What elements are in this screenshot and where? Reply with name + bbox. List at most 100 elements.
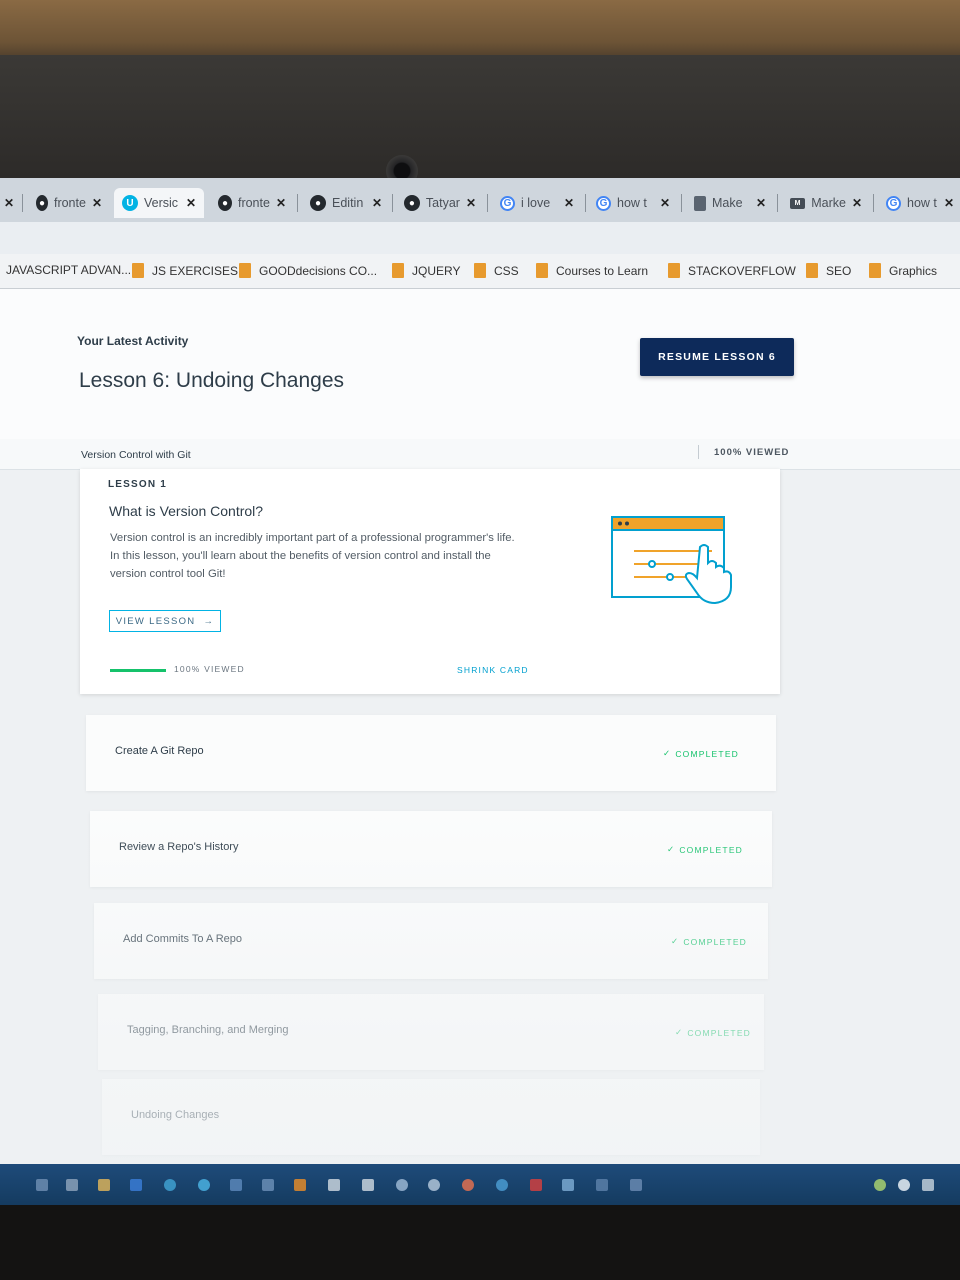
tab-label: how t — [617, 196, 647, 210]
taskbar-app-icon[interactable] — [362, 1179, 374, 1191]
tab-divider — [777, 194, 778, 212]
bookmark-jquery[interactable]: JQUERY — [392, 263, 460, 278]
lesson-description: Version control is an incredibly importa… — [110, 532, 515, 580]
lesson-row[interactable]: Undoing Changes — [102, 1079, 760, 1155]
bookmark-seo[interactable]: SEO — [806, 263, 851, 278]
close-tab-icon[interactable]: ✕ — [372, 196, 382, 210]
taskbar-app-icon[interactable] — [328, 1179, 340, 1191]
tab-divider — [392, 194, 393, 212]
close-tab-icon[interactable]: ✕ — [756, 196, 766, 210]
close-tab-icon[interactable]: ✕ — [660, 196, 670, 210]
tray-icon[interactable] — [874, 1179, 886, 1191]
completed-label: COMPLETED — [675, 748, 740, 759]
tab-strip: ✕ ● fronte ✕ U Versic ✕ ● fronte ✕ ● Edi… — [0, 178, 960, 222]
taskbar-app-icon[interactable] — [462, 1179, 474, 1191]
view-lesson-button[interactable]: VIEW LESSON → — [109, 610, 221, 632]
tab-fronte-1[interactable]: ● fronte ✕ — [28, 188, 110, 218]
close-tab-icon[interactable]: ✕ — [92, 196, 102, 210]
close-tab-icon[interactable]: ✕ — [4, 196, 14, 210]
cloud-icon[interactable] — [898, 1179, 910, 1191]
latest-activity-panel: Your Latest Activity Lesson 6: Undoing C… — [0, 289, 960, 440]
taskbar-app-icon[interactable] — [630, 1179, 642, 1191]
taskbar-app-icon[interactable] — [198, 1179, 210, 1191]
taskbar-app-icon[interactable] — [396, 1179, 408, 1191]
tab-label: fronte — [53, 196, 86, 210]
taskbar-app-icon[interactable] — [230, 1179, 242, 1191]
taskbar-app-icon[interactable] — [164, 1179, 176, 1191]
tab-make[interactable]: Make ✕ — [686, 188, 774, 218]
taskbar-app-icon[interactable] — [496, 1179, 508, 1191]
tab-i-love[interactable]: G i love ✕ — [492, 188, 582, 218]
bookmark-label: CSS — [494, 263, 519, 278]
bookmark-courses-to-learn[interactable]: Courses to Learn — [536, 263, 648, 278]
taskbar-app-icon[interactable] — [130, 1179, 142, 1191]
bookmark-css[interactable]: CSS — [474, 263, 519, 278]
tab-label: Marke — [811, 196, 846, 210]
bookmark-graphics[interactable]: Graphics — [869, 263, 937, 278]
tab-divider — [297, 194, 298, 212]
completed-status: ✓ COMPLETED — [671, 936, 747, 947]
lesson-row-title: Undoing Changes — [131, 1109, 220, 1121]
tab-partial[interactable]: ✕ — [0, 188, 18, 218]
completed-label: COMPLETED — [679, 844, 744, 855]
lesson-card-expanded: LESSON 1 What is Version Control? Versio… — [80, 469, 780, 694]
bookmark-label: GOODdecisions CO... — [259, 263, 378, 278]
checkmark-icon: ✓ — [663, 748, 672, 758]
bookmark-stackoverflow[interactable]: STACKOVERFLOW — [668, 263, 796, 278]
close-tab-icon[interactable]: ✕ — [276, 196, 286, 210]
resume-lesson-button[interactable]: RESUME LESSON 6 — [640, 338, 794, 376]
document-icon — [694, 195, 706, 211]
latest-activity-label: Your Latest Activity — [77, 334, 189, 348]
course-page: Your Latest Activity Lesson 6: Undoing C… — [0, 289, 960, 1208]
bookmark-label: JS EXERCISES — [152, 263, 239, 278]
taskbar-app-icon[interactable] — [36, 1179, 48, 1191]
tab-fronte-2[interactable]: ● fronte ✕ — [210, 188, 294, 218]
close-tab-icon[interactable]: ✕ — [564, 196, 574, 210]
taskbar-app-icon[interactable] — [530, 1179, 542, 1191]
tab-version-control[interactable]: U Versic ✕ — [114, 188, 204, 218]
github-icon: ● — [218, 195, 232, 211]
bookmark-gooddecisions[interactable]: GOODdecisions CO... — [239, 263, 377, 278]
lesson-row[interactable]: Create A Git Repo ✓ COMPLETED — [86, 715, 776, 791]
close-tab-icon[interactable]: ✕ — [186, 196, 196, 210]
tray-icon[interactable] — [922, 1179, 934, 1191]
tab-tatyana[interactable]: ● Tatyar ✕ — [396, 188, 484, 218]
completed-status: ✓ COMPLETED — [667, 844, 743, 855]
tab-how-to-2[interactable]: G how t ✕ — [878, 188, 960, 218]
course-header: Version Control with Git 100% VIEWED — [0, 439, 960, 470]
taskbar-app-icon[interactable] — [66, 1179, 78, 1191]
close-tab-icon[interactable]: ✕ — [944, 196, 954, 210]
completed-label: COMPLETED — [683, 936, 748, 947]
divider — [698, 445, 699, 459]
lesson-title: What is Version Control? — [109, 503, 264, 519]
tab-editing[interactable]: ● Editin ✕ — [302, 188, 390, 218]
tab-label: Make — [712, 196, 743, 210]
tab-markdown[interactable]: M Marke ✕ — [782, 188, 870, 218]
folder-icon[interactable] — [98, 1179, 110, 1191]
tab-divider — [22, 194, 23, 212]
bookmark-javascript-advanced[interactable]: JAVASCRIPT ADVAN... — [6, 263, 131, 277]
taskbar-app-icon[interactable] — [428, 1179, 440, 1191]
lesson-row-title: Tagging, Branching, and Merging — [127, 1024, 289, 1036]
lesson-number: LESSON 1 — [108, 479, 168, 490]
close-tab-icon[interactable]: ✕ — [466, 196, 476, 210]
bookmark-label: Courses to Learn — [556, 263, 649, 278]
address-bar-area[interactable] — [0, 222, 960, 255]
github-icon: ● — [310, 195, 326, 211]
checkmark-icon: ✓ — [675, 1027, 684, 1037]
close-tab-icon[interactable]: ✕ — [852, 196, 862, 210]
lesson-row[interactable]: Tagging, Branching, and Merging ✓ COMPLE… — [98, 994, 764, 1070]
tab-how-to-1[interactable]: G how t ✕ — [588, 188, 678, 218]
lesson-row[interactable]: Review a Repo's History ✓ COMPLETED — [90, 811, 772, 887]
bookmark-js-exercises[interactable]: JS EXERCISES — [132, 263, 238, 278]
taskbar-app-icon[interactable] — [562, 1179, 574, 1191]
taskbar-app-icon[interactable] — [596, 1179, 608, 1191]
completed-label: COMPLETED — [687, 1027, 752, 1038]
taskbar-app-icon[interactable] — [294, 1179, 306, 1191]
shrink-card-link[interactable]: SHRINK CARD — [457, 665, 529, 675]
lesson-row-title: Review a Repo's History — [119, 841, 239, 853]
checkmark-icon: ✓ — [671, 936, 680, 946]
tab-label: Versic — [144, 196, 179, 210]
lesson-row[interactable]: Add Commits To A Repo ✓ COMPLETED — [94, 903, 768, 979]
taskbar-app-icon[interactable] — [262, 1179, 274, 1191]
